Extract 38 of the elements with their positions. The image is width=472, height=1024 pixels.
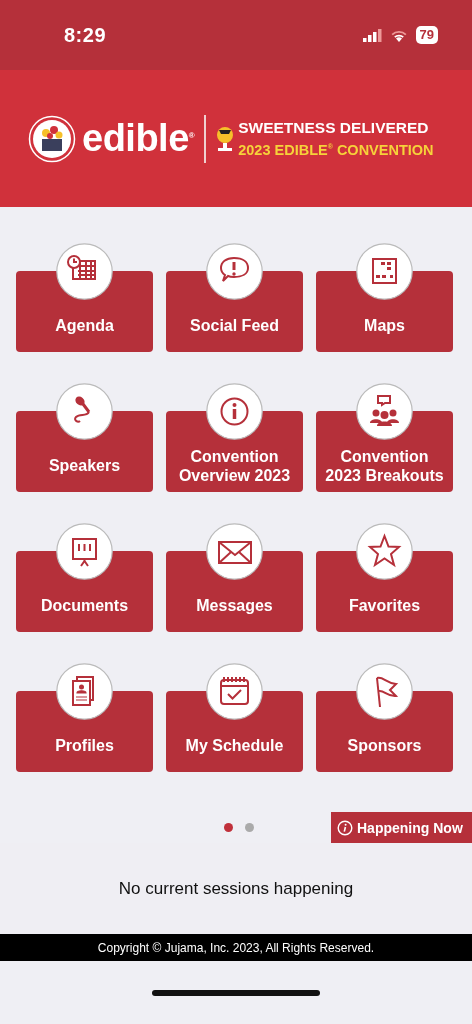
empty-message: No current sessions happening bbox=[118, 878, 354, 899]
brand-wordmark: edible$^{®}$ bbox=[82, 117, 195, 160]
microphone-icon bbox=[56, 383, 113, 440]
profile-cards-icon bbox=[56, 663, 113, 720]
bouquet-logo-icon bbox=[28, 114, 76, 163]
envelope-icon bbox=[206, 523, 263, 580]
floor-plan-icon bbox=[356, 243, 413, 300]
copyright-footer: Copyright © Jujama, Inc. 2023, All Rights Reserved. bbox=[0, 934, 472, 961]
menu-tile[interactable]: Profiles bbox=[16, 663, 153, 772]
menu-tile[interactable]: Social Feed bbox=[166, 243, 303, 352]
menu-tile[interactable]: Maps bbox=[316, 243, 453, 352]
info-icon bbox=[337, 819, 353, 836]
menu-tile[interactable]: Convention Overview 2023 bbox=[166, 383, 303, 492]
calendar-check-icon bbox=[206, 663, 263, 720]
menu-tile[interactable]: Messages bbox=[166, 523, 303, 632]
menu-tile[interactable]: Convention 2023 Breakouts bbox=[316, 383, 453, 492]
menu-tile[interactable]: Agenda bbox=[16, 243, 153, 352]
cake-icon bbox=[216, 125, 235, 152]
clock-time: 8:29 bbox=[64, 23, 107, 47]
wifi-icon bbox=[389, 28, 408, 42]
happening-now-tab[interactable]: Happening Now bbox=[331, 812, 472, 843]
info-icon bbox=[206, 383, 263, 440]
page-dot[interactable] bbox=[224, 823, 233, 832]
battery-level: 79 bbox=[415, 26, 438, 44]
flag-icon bbox=[356, 663, 413, 720]
speech-bubble-icon bbox=[206, 243, 263, 300]
menu-tile[interactable]: Favorites bbox=[316, 523, 453, 632]
group-chat-icon bbox=[356, 383, 413, 440]
calendar-clock-icon bbox=[56, 243, 113, 300]
event-headline: SWEETNESS DELIVERED bbox=[238, 117, 430, 137]
menu-tile[interactable]: Documents bbox=[16, 523, 153, 632]
signal-icon bbox=[362, 28, 382, 42]
menu-tile[interactable]: Sponsors bbox=[316, 663, 453, 772]
menu-tile[interactable]: Speakers bbox=[16, 383, 153, 492]
presentation-easel-icon bbox=[56, 523, 113, 580]
page-dot[interactable] bbox=[245, 823, 254, 832]
event-subtitle: 2023 EDIBLE$^{®}$ CONVENTION bbox=[238, 140, 434, 160]
menu-tile[interactable]: My Schedule bbox=[166, 663, 303, 772]
